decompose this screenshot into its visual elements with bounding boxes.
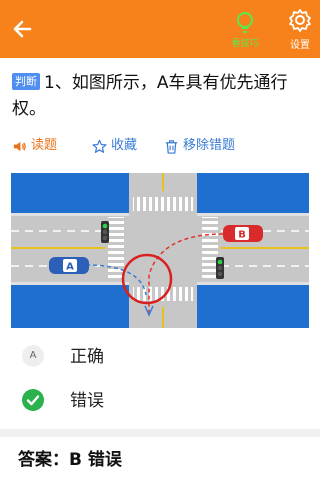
skill-tips-label: 看技巧 bbox=[231, 39, 259, 49]
intersection-illustration: A B bbox=[11, 173, 309, 328]
question-text: 1、如图所示，A车具有优先通行权。 bbox=[12, 73, 288, 119]
settings-button[interactable]: 设置 bbox=[282, 8, 318, 51]
car-b: B bbox=[223, 225, 263, 242]
option-a[interactable]: A 正确 bbox=[22, 343, 302, 371]
favorite-label: 收藏 bbox=[111, 138, 138, 153]
speaker-icon bbox=[13, 141, 26, 151]
remove-wrong-button[interactable]: 移除错题 bbox=[164, 137, 235, 155]
question-actions: 读题 收藏 移除错题 bbox=[12, 137, 312, 155]
back-button[interactable] bbox=[8, 14, 38, 44]
top-bar: 看技巧 设置 bbox=[0, 0, 320, 58]
question-text-block: 判断 1、如图所示，A车具有优先通行权。 bbox=[12, 70, 312, 122]
answer-text: 答案：B 错误 bbox=[18, 450, 122, 470]
option-letter-badge: A bbox=[22, 345, 44, 367]
arrow-left-icon bbox=[13, 20, 32, 38]
read-question-button[interactable]: 读题 bbox=[12, 137, 57, 155]
remove-wrong-label: 移除错题 bbox=[183, 138, 236, 153]
favorite-button[interactable]: 收藏 bbox=[92, 137, 137, 155]
divider bbox=[0, 429, 320, 437]
svg-text:B: B bbox=[238, 230, 246, 241]
star-icon bbox=[92, 139, 107, 153]
lightbulb-icon bbox=[237, 12, 253, 33]
option-b[interactable]: 错误 bbox=[22, 387, 302, 415]
option-a-text: 正确 bbox=[70, 347, 104, 367]
option-b-text: 错误 bbox=[70, 391, 104, 411]
read-question-label: 读题 bbox=[31, 138, 58, 153]
skill-tips-button[interactable]: 看技巧 bbox=[226, 8, 264, 50]
check-icon bbox=[22, 389, 44, 411]
svg-text:A: A bbox=[66, 262, 74, 273]
settings-label: 设置 bbox=[290, 40, 310, 51]
trash-icon bbox=[165, 139, 178, 154]
traffic-light-left bbox=[101, 221, 109, 243]
gear-icon bbox=[289, 9, 311, 32]
question-type-badge: 判断 bbox=[12, 73, 40, 90]
traffic-light-right bbox=[216, 257, 224, 279]
car-a: A bbox=[49, 257, 89, 274]
